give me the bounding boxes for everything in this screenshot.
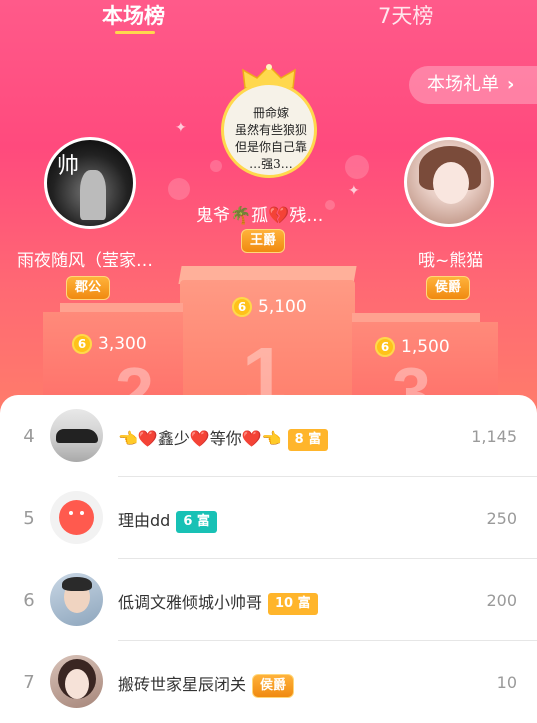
avatar[interactable] <box>50 409 103 462</box>
gift-list-label: 本场礼单 <box>427 74 499 95</box>
coin-icon: 6 <box>232 297 252 317</box>
avatar[interactable] <box>50 491 103 544</box>
avatar[interactable] <box>50 655 103 708</box>
rank-number: 6 <box>23 590 35 611</box>
first-place-name: 鬼爷🌴孤💔残… <box>196 206 324 226</box>
avatar-calligraphy-image: 冊命嫁 虽然有些狼狈 但是你自己靠 …强3… <box>234 106 307 171</box>
mascot-eye <box>69 511 73 515</box>
sparkle-icon: ✦ <box>348 183 360 199</box>
tab-seven-days[interactable]: 7天榜 <box>378 0 433 30</box>
first-place-score: 6 5,100 <box>232 297 307 317</box>
user-name-text: 👈❤️鑫少❤️等你❤️👈 <box>118 429 282 448</box>
rank-number: 5 <box>23 508 35 529</box>
leaderboard-hero: 本场榜 7天榜 本场礼单 › ✦ ✦ 冊命嫁 虽然有些狼狈 但是你自己靠 …强3… 帅 … <box>0 0 537 420</box>
rank-number: 7 <box>23 672 35 693</box>
noble-badge-second: 郡公 <box>66 276 111 300</box>
sparkle-icon: ✦ <box>175 120 187 136</box>
rank-number: 4 <box>23 426 35 447</box>
user-name: 👈❤️鑫少❤️等你❤️👈 8 富 <box>118 425 329 451</box>
avatar-second-place[interactable]: 帅 <box>44 137 136 229</box>
decor-bubble <box>210 160 222 172</box>
decor-bubble <box>345 155 369 179</box>
avatar-glyph: 帅 <box>57 154 80 179</box>
avatar-face <box>65 669 89 699</box>
second-place-name: 雨夜随风（莹家… <box>17 251 153 271</box>
avatar[interactable] <box>50 573 103 626</box>
second-place-score: 6 3,300 <box>72 334 147 354</box>
list-item[interactable]: 7 搬砖世家星辰闭关 侯爵 10 <box>0 641 537 723</box>
list-item[interactable]: 5 理由dd 6 富 250 <box>0 477 537 559</box>
coin-icon: 6 <box>72 334 92 354</box>
contribution-value: 1,145 <box>471 427 517 446</box>
tab-bar: 本场榜 7天榜 <box>0 0 537 40</box>
avatar-figure <box>80 170 106 220</box>
wealth-badge: 6 富 <box>176 510 217 533</box>
user-name: 搬砖世家星辰闭关 侯爵 <box>118 671 295 698</box>
user-name-text: 搬砖世家星辰闭关 <box>118 675 247 694</box>
score-value: 3,300 <box>98 334 147 354</box>
avatar-third-place[interactable] <box>404 137 494 227</box>
user-name: 低调文雅倾城小帅哥 10 富 <box>118 589 318 615</box>
contribution-value: 200 <box>486 591 517 610</box>
mascot-image <box>59 500 94 535</box>
mascot-eye <box>80 511 84 515</box>
avatar-face <box>433 162 469 204</box>
noble-badge-first: 王爵 <box>241 229 286 253</box>
score-value: 1,500 <box>401 337 450 357</box>
gift-list-button[interactable]: 本场礼单 › <box>409 66 537 104</box>
score-value: 5,100 <box>258 297 307 317</box>
coin-icon: 6 <box>375 337 395 357</box>
user-name-text: 理由dd <box>118 511 171 530</box>
chevron-right-icon: › <box>507 74 515 95</box>
wealth-badge: 8 富 <box>287 428 329 451</box>
active-tab-indicator <box>115 31 155 34</box>
noble-badge: 侯爵 <box>252 673 295 698</box>
ranking-list: 4 👈❤️鑫少❤️等你❤️👈 8 富 1,145 5 理由dd 6 富 250 6 … <box>0 395 537 708</box>
user-name-text: 低调文雅倾城小帅哥 <box>118 593 263 612</box>
wealth-badge: 10 富 <box>268 592 318 615</box>
list-item[interactable]: 4 👈❤️鑫少❤️等你❤️👈 8 富 1,145 <box>0 395 537 477</box>
contribution-value: 10 <box>496 673 517 692</box>
decor-bubble <box>325 200 335 210</box>
decor-bubble <box>168 178 190 200</box>
third-place-score: 6 1,500 <box>375 337 450 357</box>
third-place-name: 哦~熊猫 <box>418 251 484 271</box>
avatar-first-place[interactable]: 冊命嫁 虽然有些狼狈 但是你自己靠 …强3… <box>221 82 317 178</box>
list-item[interactable]: 6 低调文雅倾城小帅哥 10 富 200 <box>0 559 537 641</box>
tab-this-session[interactable]: 本场榜 <box>102 0 165 30</box>
noble-badge-third: 侯爵 <box>426 276 471 300</box>
user-name: 理由dd 6 富 <box>118 507 217 533</box>
car-image <box>56 429 98 443</box>
avatar-hair <box>62 577 92 591</box>
contribution-value: 250 <box>486 509 517 528</box>
